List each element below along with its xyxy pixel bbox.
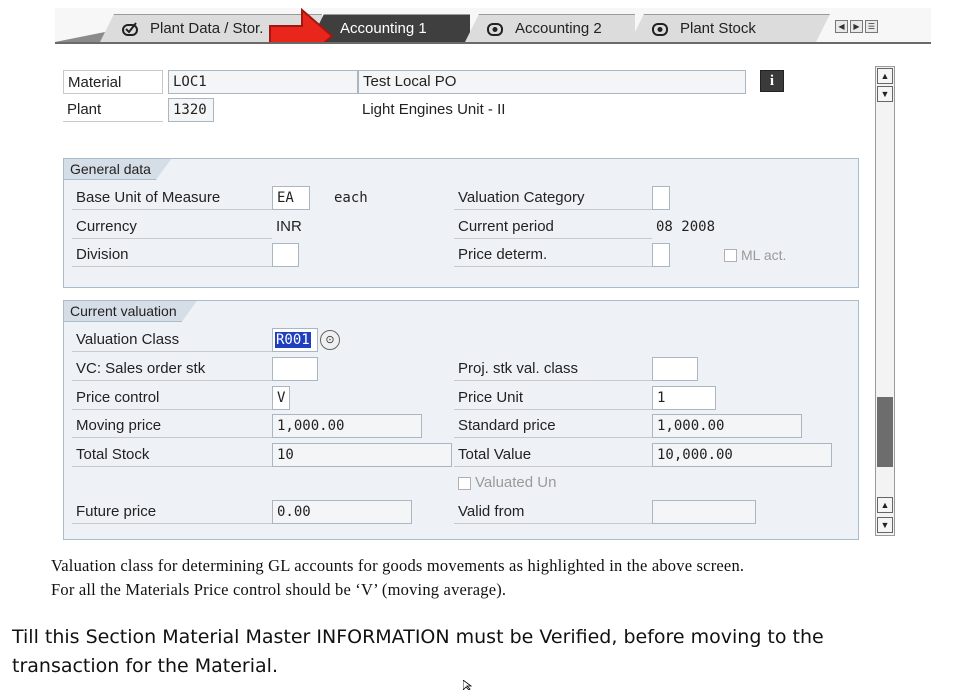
- tab-label: Accounting 1: [340, 20, 427, 37]
- vertical-scrollbar[interactable]: ▲ ▼ ▲ ▼: [875, 66, 895, 536]
- moving-price-label: Moving price: [72, 414, 272, 438]
- search-help-icon[interactable]: ⊙: [320, 330, 340, 350]
- tab-scroll-left-icon[interactable]: ◀: [835, 20, 848, 33]
- vc-sales-order-field[interactable]: [272, 357, 318, 381]
- proj-stk-val-class-label: Proj. stk val. class: [454, 357, 652, 381]
- note-line-1: Till this Section Material Master INFORM…: [12, 626, 824, 648]
- mouse-cursor-icon: [462, 677, 473, 691]
- material-field[interactable]: LOC1: [168, 70, 358, 94]
- valuation-class-label: Valuation Class: [72, 328, 272, 352]
- scroll-thumb[interactable]: [877, 397, 893, 467]
- note-line-2: transaction for the Material.: [12, 655, 278, 677]
- sap-window: Plant Data / Stor. Accounting 1 Accounti…: [55, 7, 931, 540]
- price-unit-label: Price Unit: [454, 386, 652, 410]
- scroll-down-icon[interactable]: ▼: [877, 517, 893, 533]
- total-stock-label: Total Stock: [72, 443, 272, 467]
- accounting-1-panel: Material LOC1 Test Local PO i Plant 1320…: [55, 42, 931, 540]
- future-price-field[interactable]: 0.00: [272, 500, 412, 524]
- price-determ-field[interactable]: [652, 243, 670, 267]
- current-period-value: 08 2008: [656, 219, 716, 235]
- total-value-label: Total Value: [454, 443, 652, 467]
- price-determ-label: Price determ.: [454, 243, 652, 267]
- valuated-un-label: Valuated Un: [475, 474, 557, 491]
- current-valuation-title: Current valuation: [63, 300, 198, 322]
- currency-value: INR: [276, 218, 302, 235]
- material-description-field[interactable]: Test Local PO: [358, 70, 746, 94]
- price-control-field[interactable]: V: [272, 386, 290, 410]
- scroll-down-icon[interactable]: ▼: [877, 86, 893, 102]
- vc-sales-order-label: VC: Sales order stk: [72, 357, 272, 381]
- valid-from-label: Valid from: [454, 500, 652, 524]
- price-unit-field[interactable]: 1: [652, 386, 716, 410]
- ml-act-label: ML act.: [741, 247, 787, 263]
- price-control-label: Price control: [72, 386, 272, 410]
- future-price-label: Future price: [72, 500, 272, 524]
- current-valuation-group: Current valuation Valuation Class R001 ⊙…: [63, 300, 859, 540]
- tab-radio-icon: [487, 22, 503, 36]
- ml-act-checkbox[interactable]: [724, 249, 737, 262]
- caption-line-2: For all the Materials Price control shou…: [51, 580, 507, 599]
- base-uom-label: Base Unit of Measure: [72, 186, 272, 210]
- tab-scroll-right-icon[interactable]: ▶: [850, 20, 863, 33]
- valid-from-field[interactable]: [652, 500, 756, 524]
- base-uom-text: each: [334, 190, 368, 206]
- proj-stk-val-class-field[interactable]: [652, 357, 698, 381]
- tab-label: Plant Stock: [680, 20, 756, 37]
- caption-line-1: Valuation class for determining GL accou…: [51, 556, 745, 575]
- valuated-un-checkbox[interactable]: [458, 477, 471, 490]
- tab-label: Plant Data / Stor.: [150, 20, 264, 37]
- current-period-label: Current period: [454, 215, 652, 239]
- scroll-up-icon[interactable]: ▲: [877, 497, 893, 513]
- tab-accounting-1[interactable]: Accounting 1: [310, 14, 470, 42]
- tab-radio-icon: [652, 22, 668, 36]
- total-value-field[interactable]: 10,000.00: [652, 443, 832, 467]
- tab-plant-stock[interactable]: Plant Stock: [630, 14, 830, 42]
- standard-price-field[interactable]: 1,000.00: [652, 414, 802, 438]
- tab-list-icon[interactable]: ☰: [865, 20, 878, 33]
- tab-check-icon: [122, 21, 138, 36]
- moving-price-field[interactable]: 1,000.00: [272, 414, 422, 438]
- valuation-class-value: R001: [275, 332, 311, 348]
- valuation-category-field[interactable]: [652, 186, 670, 210]
- plant-field[interactable]: 1320: [168, 98, 214, 122]
- general-data-title: General data: [63, 158, 172, 180]
- tab-strip: Plant Data / Stor. Accounting 1 Accounti…: [55, 7, 931, 65]
- tab-label: Accounting 2: [515, 20, 602, 37]
- scroll-up-icon[interactable]: ▲: [877, 68, 893, 84]
- base-uom-field[interactable]: EA: [272, 186, 310, 210]
- standard-price-label: Standard price: [454, 414, 652, 438]
- general-data-group: General data Base Unit of Measure EA eac…: [63, 158, 859, 288]
- info-icon[interactable]: i: [760, 70, 784, 92]
- valuation-class-field[interactable]: R001: [272, 328, 318, 352]
- total-stock-field[interactable]: 10: [272, 443, 452, 467]
- plant-description: Light Engines Unit - II: [362, 101, 506, 118]
- valuation-category-label: Valuation Category: [454, 186, 652, 210]
- plant-label: Plant: [63, 98, 163, 122]
- division-label: Division: [72, 243, 272, 267]
- material-label: Material: [63, 70, 163, 94]
- division-field[interactable]: [272, 243, 299, 267]
- tab-accounting-2[interactable]: Accounting 2: [465, 14, 635, 42]
- currency-label: Currency: [72, 215, 272, 239]
